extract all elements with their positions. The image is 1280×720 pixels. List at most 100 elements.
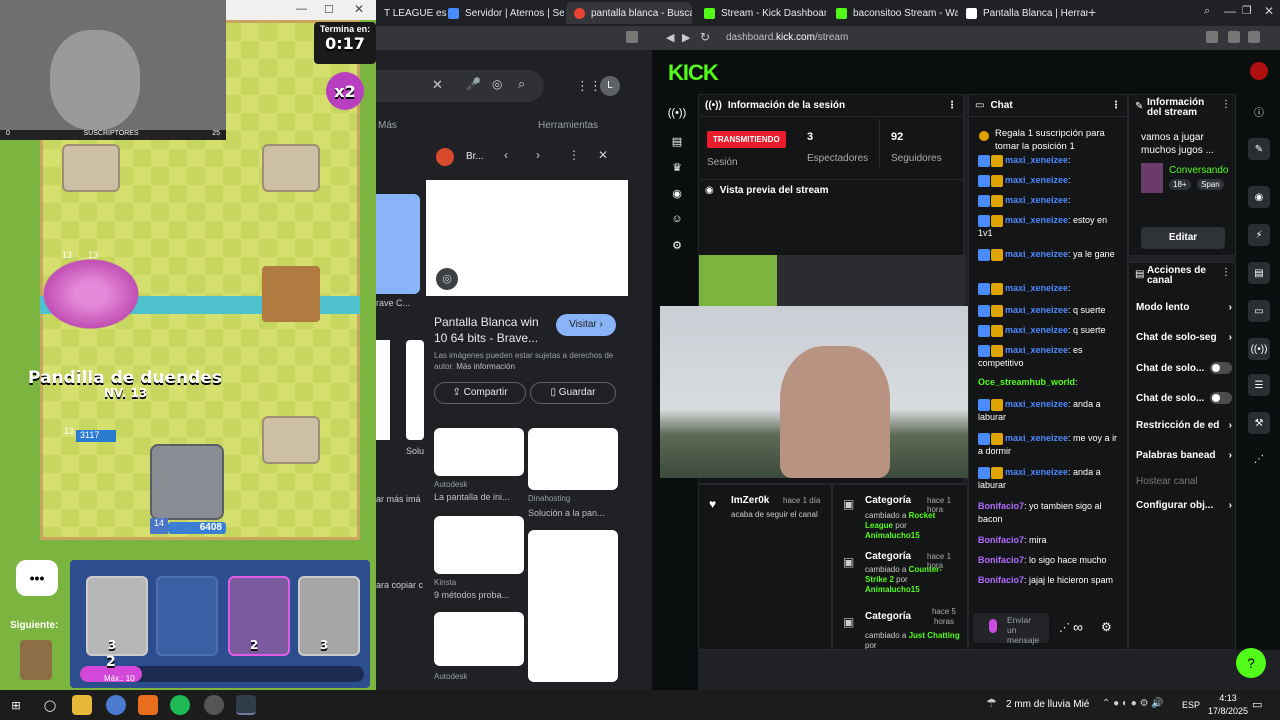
category-value[interactable]: Just Chatting — [909, 631, 960, 640]
chat-username[interactable]: maxi_xeneizee — [1005, 175, 1068, 185]
info-icon[interactable]: ⓘ — [1248, 100, 1270, 122]
windows-icon[interactable]: ⊞ — [6, 695, 26, 715]
discord-icon[interactable] — [106, 695, 126, 715]
related-title-1[interactable]: La pantalla de ini... — [434, 492, 510, 502]
search-icon[interactable]: ⌕ — [518, 76, 525, 92]
more-icon[interactable]: ⋮ — [1221, 267, 1231, 278]
new-tab-icon[interactable]: + — [1088, 4, 1096, 20]
extension-icon[interactable] — [626, 31, 638, 43]
channel-action[interactable]: Chat de solo-seg › — [1136, 332, 1232, 343]
chat-username[interactable]: Oce_streamhub_world — [978, 377, 1075, 387]
settings-icon[interactable]: ⚙ — [670, 238, 684, 252]
mic-icon[interactable] — [989, 619, 997, 633]
card-2[interactable] — [156, 576, 218, 656]
emote-button[interactable]: ••• — [16, 560, 58, 596]
broadcast-icon[interactable]: ((•)) — [1248, 338, 1270, 360]
help-button[interactable]: ? — [1236, 648, 1266, 678]
related-thumb-2[interactable] — [528, 428, 618, 490]
tab-3[interactable]: Stream - Kick Dashboard — [696, 2, 826, 24]
cortana-icon[interactable]: ◯ — [40, 695, 60, 715]
close-icon[interactable]: ✕ — [598, 148, 608, 162]
related-title-2[interactable]: Solución a la pan... — [528, 508, 605, 518]
chat-username[interactable]: maxi_xeneizee — [1005, 433, 1068, 443]
reload-icon[interactable]: ↻ — [700, 30, 710, 44]
search-box[interactable]: ✕ 🎤 ◎ ⌕ — [376, 70, 544, 102]
maximize-icon[interactable]: ☐ — [324, 3, 334, 16]
toggle-switch[interactable] — [1210, 392, 1232, 404]
tab-5[interactable]: Pantalla Blanca | Herramie — [958, 2, 1088, 24]
user-avatar[interactable] — [1250, 62, 1268, 80]
chat-username[interactable]: Bonifacio7 — [978, 575, 1024, 585]
camera-icon[interactable]: ◉ — [1248, 186, 1270, 208]
live-icon[interactable]: ((•)) — [668, 106, 687, 120]
language[interactable]: ESP — [1182, 700, 1200, 710]
visit-button[interactable]: Visitar › — [556, 314, 616, 336]
lens-icon[interactable]: ◎ — [436, 268, 458, 290]
next-icon[interactable]: › — [536, 148, 540, 162]
left-thumb-3[interactable] — [406, 340, 424, 440]
chat-username[interactable]: maxi_xeneizee — [1005, 345, 1068, 355]
chat-username[interactable]: maxi_xeneizee — [1005, 215, 1068, 225]
chat-username[interactable]: maxi_xeneizee — [1005, 305, 1068, 315]
card-4[interactable]: 3 — [298, 576, 360, 656]
more-icon[interactable]: ⋮ — [947, 100, 957, 111]
toggle-switch[interactable] — [1210, 362, 1232, 374]
notifications-icon[interactable]: ▭ — [1252, 698, 1262, 711]
related-title-3[interactable]: 9 métodos proba... — [434, 590, 509, 600]
more-icon[interactable]: ⋮ — [1111, 100, 1121, 111]
tab-1[interactable]: Servidor | Aternos | Servi — [440, 2, 564, 24]
tab-0[interactable]: T LEAGUE es — [376, 2, 450, 24]
lens-icon[interactable]: ◎ — [492, 77, 502, 91]
more-info-link[interactable]: Más información — [456, 362, 515, 371]
layers-icon[interactable]: ☰ — [1248, 374, 1270, 396]
mic-icon[interactable]: 🎤 — [466, 77, 481, 91]
bolt-icon[interactable]: ⚡ — [1248, 224, 1270, 246]
channel-action[interactable]: Chat de solo... — [1136, 392, 1232, 404]
tools-link[interactable]: Herramientas — [538, 120, 598, 131]
extension-icon[interactable] — [1248, 31, 1260, 43]
extension-icon[interactable] — [1206, 31, 1218, 43]
prev-icon[interactable]: ‹ — [504, 148, 508, 162]
pencil-icon[interactable]: ✎ — [1248, 138, 1270, 160]
spotify-icon[interactable] — [170, 695, 190, 715]
curseforge-icon[interactable] — [138, 695, 158, 715]
more-icon[interactable]: ⋮ — [568, 148, 580, 162]
stream-category[interactable]: Conversando — [1169, 165, 1228, 176]
channel-action[interactable]: Modo lento › — [1136, 302, 1232, 313]
result-title[interactable]: Pantalla Blanca win 10 64 bits - Brave..… — [434, 314, 554, 346]
camera-icon[interactable]: ◉ — [670, 186, 684, 200]
trophy-icon[interactable]: ♛ — [670, 160, 684, 174]
chat-username[interactable]: maxi_xeneizee — [1005, 195, 1068, 205]
minimize-icon[interactable]: — — [296, 3, 307, 15]
channel-action[interactable]: Restricción de ed › — [1136, 420, 1232, 431]
chat-username[interactable]: maxi_xeneizee — [1005, 249, 1068, 259]
share-button[interactable]: ⇪ Compartir — [434, 382, 526, 404]
card-1[interactable]: 3 — [86, 576, 148, 656]
related-thumb-3[interactable] — [434, 516, 524, 574]
edit-button[interactable]: Editar — [1141, 227, 1225, 249]
chat-username[interactable]: maxi_xeneizee — [1005, 399, 1068, 409]
kick-logo[interactable]: KICK — [668, 60, 719, 86]
chrome-icon[interactable] — [236, 695, 256, 715]
chat-username[interactable]: maxi_xeneizee — [1005, 467, 1068, 477]
tab-4[interactable]: baconsitoo Stream - Watc — [828, 2, 958, 24]
chat-username[interactable]: maxi_xeneizee — [1005, 283, 1068, 293]
chat-username[interactable]: maxi_xeneizee — [1005, 155, 1068, 165]
left-thumb[interactable] — [376, 194, 420, 294]
forward-icon[interactable]: ▶ — [682, 31, 690, 44]
chat-input[interactable]: Enviar un mensaje — [973, 613, 1049, 645]
clear-icon[interactable]: ✕ — [432, 77, 443, 93]
wrench-icon[interactable]: ⚒ — [1248, 412, 1270, 434]
gift-text[interactable]: Regala 1 suscripción para tomar la posic… — [995, 127, 1123, 153]
channel-action[interactable]: Palabras banead › — [1136, 450, 1232, 461]
back-icon[interactable]: ◀ — [666, 31, 674, 44]
category-user[interactable]: Animalucho15 — [865, 531, 920, 540]
list-icon[interactable]: ▤ — [1248, 262, 1270, 284]
more-link[interactable]: Más — [378, 120, 397, 131]
more-icon[interactable]: ⋮ — [1221, 99, 1231, 110]
channel-action[interactable]: Chat de solo... — [1136, 362, 1232, 374]
close-icon[interactable]: ✕ — [354, 2, 364, 16]
related-thumb-5[interactable] — [434, 612, 524, 666]
chat-username[interactable]: Bonifacio7 — [978, 501, 1024, 511]
tray-icons[interactable]: ⌃ ● ◐ ● ⚙ 🔊 — [1102, 698, 1164, 709]
